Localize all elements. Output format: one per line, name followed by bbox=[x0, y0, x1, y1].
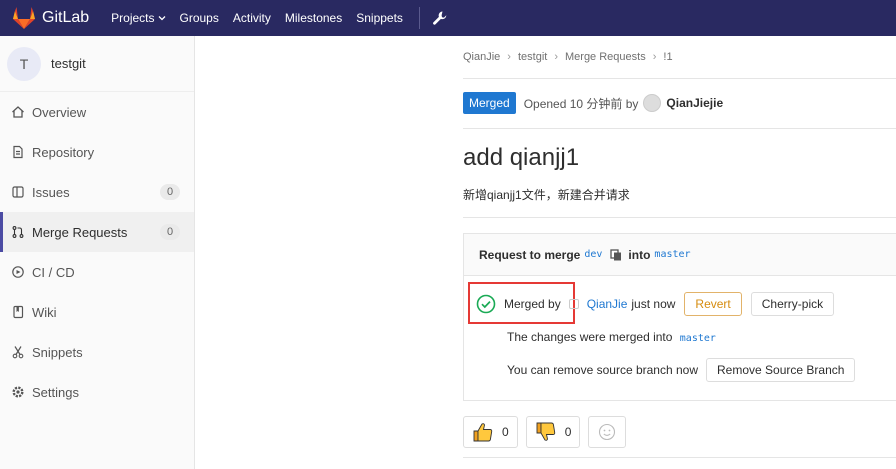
nav-projects[interactable]: Projects bbox=[111, 11, 165, 25]
breadcrumb-merge-requests[interactable]: Merge Requests bbox=[565, 51, 646, 63]
copy-icon[interactable] bbox=[610, 248, 622, 261]
sidebar-item-wiki[interactable]: Wiki bbox=[0, 292, 194, 332]
sidebar-item-label: Repository bbox=[32, 144, 95, 160]
nav-links: Projects Groups Activity Milestones Snip… bbox=[111, 0, 448, 36]
add-reaction-button[interactable] bbox=[588, 416, 627, 448]
revert-button[interactable]: Revert bbox=[684, 292, 742, 316]
target-branch[interactable]: master bbox=[654, 249, 690, 260]
status-badge: Merged bbox=[463, 92, 516, 114]
sidebar-item-snippets[interactable]: Snippets bbox=[0, 332, 194, 372]
issues-count-badge: 0 bbox=[160, 184, 180, 200]
project-sidebar: T testgit Overview Repository Issues 0 M… bbox=[0, 36, 195, 469]
merger-avatar[interactable] bbox=[568, 299, 579, 309]
gitlab-home-link[interactable]: GitLab bbox=[12, 0, 89, 36]
nav-activity[interactable]: Activity bbox=[233, 11, 271, 25]
merger-user-link[interactable]: QianJie bbox=[587, 297, 628, 311]
merged-into-text: The changes were merged into master bbox=[507, 330, 720, 344]
breadcrumb-mr-id[interactable]: !1 bbox=[663, 51, 672, 63]
thumbs-up-count: 0 bbox=[502, 425, 509, 439]
breadcrumb-group[interactable]: QianJie bbox=[463, 51, 500, 63]
nav-milestones[interactable]: Milestones bbox=[285, 11, 342, 25]
file-icon bbox=[10, 144, 26, 160]
book-icon bbox=[10, 304, 26, 320]
mr-status-row: Merged Opened 10 分钟前 by QianJiejie bbox=[463, 92, 723, 114]
thumbs-up-award-button[interactable]: 0 bbox=[463, 416, 518, 448]
brand-name: GitLab bbox=[42, 9, 90, 26]
nav-divider bbox=[418, 7, 420, 29]
sidebar-item-issues[interactable]: Issues 0 bbox=[0, 172, 194, 212]
author-name[interactable]: QianJiejie bbox=[666, 96, 723, 110]
sidebar-item-label: Merge Requests bbox=[32, 224, 128, 240]
project-header[interactable]: T testgit bbox=[0, 36, 194, 92]
sidebar-item-repository[interactable]: Repository bbox=[0, 132, 194, 172]
success-check-icon bbox=[476, 294, 496, 314]
merged-into-branch[interactable]: master bbox=[680, 333, 716, 344]
sidebar-item-overview[interactable]: Overview bbox=[0, 92, 194, 132]
breadcrumb: QianJie › testgit › Merge Requests › !1 bbox=[463, 51, 673, 63]
sidebar-item-ci-cd[interactable]: CI / CD bbox=[0, 252, 194, 292]
merged-by-label: Merged by bbox=[504, 297, 561, 311]
thumbs-up-icon bbox=[473, 423, 493, 442]
breadcrumb-separator: › bbox=[507, 51, 511, 63]
request-to-merge-label: Request to merge bbox=[479, 247, 581, 262]
project-name: testgit bbox=[51, 56, 86, 71]
gear-icon bbox=[10, 384, 26, 400]
project-avatar: T bbox=[7, 46, 41, 81]
merge-request-icon bbox=[10, 224, 26, 240]
nav-groups[interactable]: Groups bbox=[180, 11, 219, 25]
nav-snippets[interactable]: Snippets bbox=[356, 11, 403, 25]
merged-time: just now bbox=[631, 297, 676, 311]
page-title: add qianjj1 bbox=[463, 144, 580, 171]
merge-requests-count-badge: 0 bbox=[160, 224, 180, 240]
sidebar-item-settings[interactable]: Settings bbox=[0, 372, 194, 412]
sidebar-item-label: Wiki bbox=[32, 304, 57, 320]
merged-status-line: Merged by QianJie just now Revert Cherry… bbox=[476, 292, 835, 316]
sidebar-item-label: Snippets bbox=[32, 344, 83, 360]
source-branch[interactable]: dev bbox=[584, 249, 602, 260]
sidebar-item-label: Overview bbox=[32, 104, 87, 120]
sidebar-item-label: CI / CD bbox=[32, 264, 75, 280]
opened-text: Opened 10 分钟前 by bbox=[523, 96, 639, 111]
breadcrumb-separator: › bbox=[652, 51, 657, 63]
sidebar-item-merge-requests[interactable]: Merge Requests 0 bbox=[0, 212, 194, 252]
chevron-down-icon bbox=[158, 16, 165, 21]
remove-source-branch-button[interactable]: Remove Source Branch bbox=[706, 358, 856, 382]
thumbs-down-count: 0 bbox=[564, 425, 572, 439]
top-navbar: GitLab Projects Groups Activity Mileston… bbox=[0, 0, 896, 36]
rocket-icon bbox=[10, 264, 26, 280]
breadcrumb-project[interactable]: testgit bbox=[518, 51, 547, 63]
thumbs-down-award-button[interactable]: 0 bbox=[525, 416, 581, 448]
cherry-pick-button[interactable]: Cherry-pick bbox=[750, 292, 835, 316]
bottom-divider bbox=[463, 457, 896, 458]
issues-icon bbox=[10, 184, 26, 200]
gitlab-logo-icon bbox=[13, 7, 35, 29]
merge-widget-header: Request to merge dev into master bbox=[464, 234, 896, 276]
thumbs-down-icon bbox=[536, 422, 555, 441]
sidebar-item-label: Issues bbox=[32, 184, 70, 200]
nav-projects-label: Projects bbox=[111, 11, 155, 25]
merge-widget: Request to merge dev into master Merged … bbox=[463, 233, 896, 401]
into-label: into bbox=[628, 247, 651, 262]
description-divider bbox=[463, 217, 896, 218]
home-icon bbox=[10, 104, 26, 120]
award-emoji-row: 0 0 bbox=[463, 416, 634, 448]
admin-wrench-icon[interactable] bbox=[432, 10, 448, 26]
smiley-icon bbox=[599, 423, 616, 441]
author-avatar[interactable] bbox=[643, 94, 662, 112]
merged-into-label: The changes were merged into bbox=[507, 330, 673, 344]
status-divider bbox=[463, 128, 896, 129]
main-content: QianJie › testgit › Merge Requests › !1 … bbox=[196, 36, 896, 469]
mr-description: 新增qianjj1文件，新建合并请求 bbox=[463, 188, 630, 202]
sidebar-item-label: Settings bbox=[32, 384, 79, 400]
breadcrumb-separator: › bbox=[554, 51, 558, 63]
remove-branch-text: You can remove source branch now bbox=[507, 363, 699, 377]
header-divider bbox=[463, 78, 896, 79]
remove-branch-row: You can remove source branch now Remove … bbox=[507, 358, 856, 382]
scissors-icon bbox=[10, 344, 26, 360]
